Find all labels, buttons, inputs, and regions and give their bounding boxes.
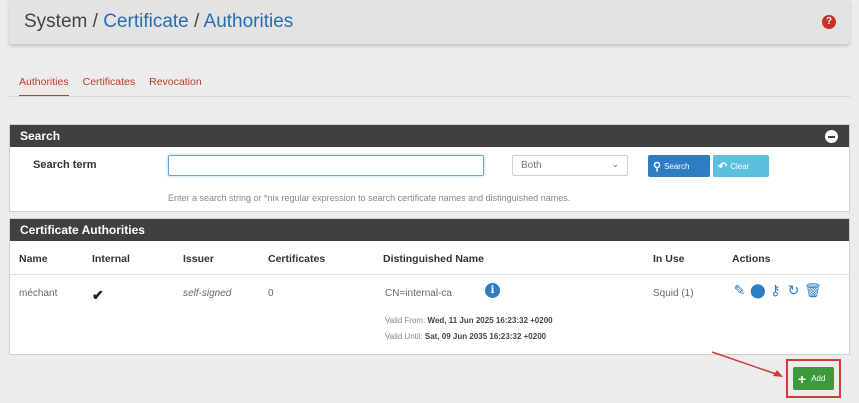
add-button-label: Add bbox=[811, 374, 826, 383]
annotation-arrow bbox=[711, 351, 783, 377]
plus-icon: + bbox=[798, 370, 807, 387]
add-button-highlight: + Add bbox=[786, 359, 841, 398]
add-button[interactable]: + Add bbox=[793, 367, 834, 390]
